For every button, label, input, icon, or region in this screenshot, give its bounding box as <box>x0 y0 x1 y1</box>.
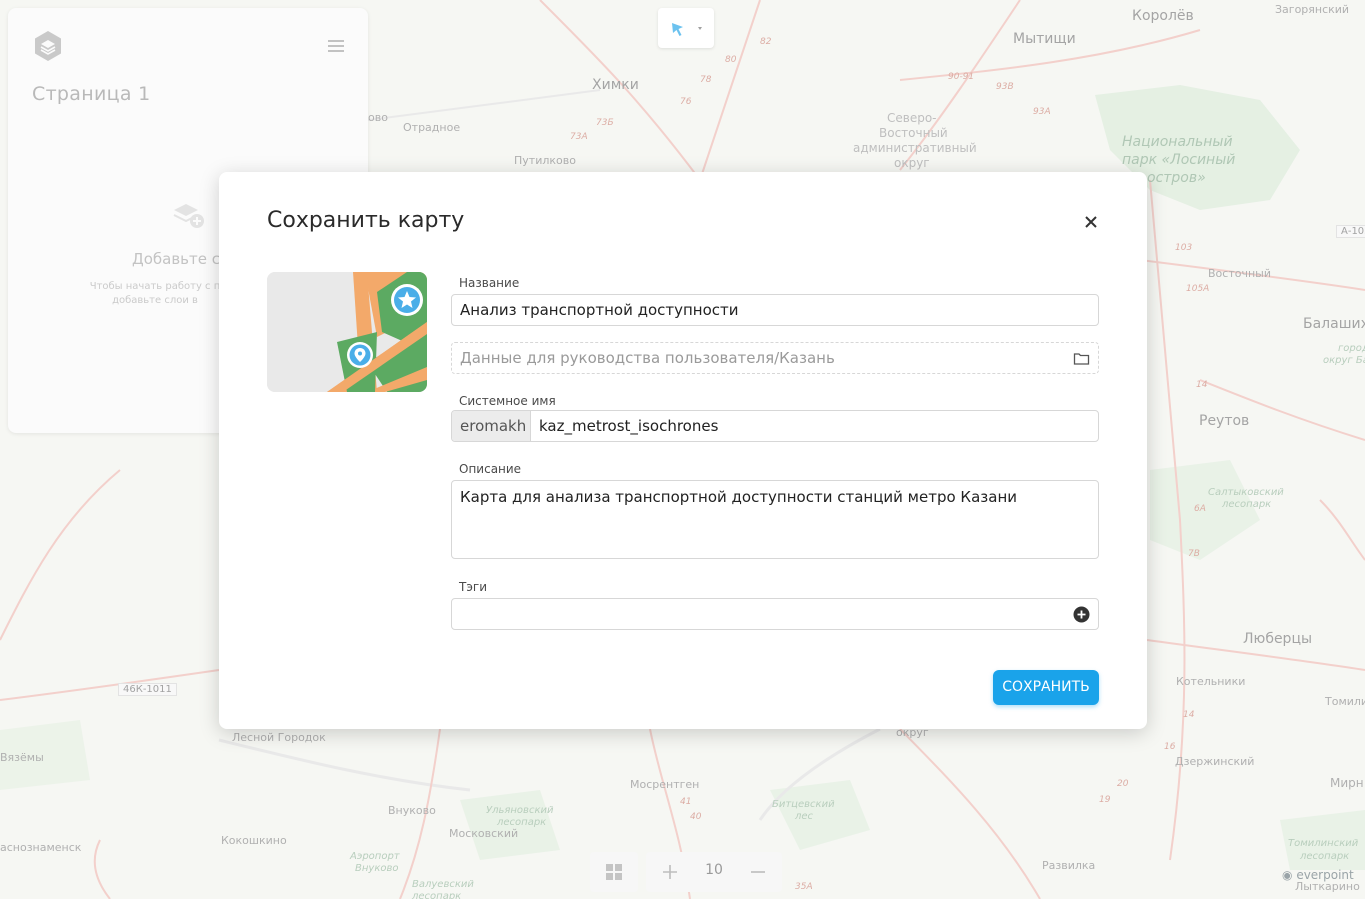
name-label: Название <box>459 276 520 290</box>
zoom-out-icon[interactable] <box>734 852 782 892</box>
attribution-text: everpoint <box>1296 868 1354 882</box>
basemap-button[interactable] <box>590 852 638 892</box>
menu-icon[interactable] <box>328 40 344 54</box>
add-layer-icon <box>173 204 204 228</box>
grid-icon <box>606 864 622 880</box>
system-name-value: kaz_metrost_isochrones <box>539 417 719 435</box>
system-name-label: Системное имя <box>459 394 556 408</box>
empty-state-text-line: добавьте слои в <box>112 295 198 306</box>
zoom-in-icon[interactable] <box>646 852 694 892</box>
system-name-prefix: eromakh <box>452 411 531 441</box>
empty-state-text-line: Чтобы начать работу с п <box>89 281 221 292</box>
close-icon[interactable] <box>1081 212 1101 232</box>
save-button[interactable]: СОХРАНИТЬ <box>993 670 1099 705</box>
attribution-logo-icon: ◉ <box>1282 868 1293 882</box>
folder-icon[interactable] <box>1073 350 1090 367</box>
description-label: Описание <box>459 462 522 476</box>
app-logo-icon <box>35 31 61 61</box>
description-textarea[interactable]: Карта для анализа транспортной доступнос… <box>451 480 1099 559</box>
tags-label: Тэги <box>459 580 488 594</box>
folder-path: Данные для руководства пользователя/Каза… <box>460 349 835 367</box>
tags-input[interactable] <box>451 598 1099 630</box>
add-tag-icon[interactable] <box>1073 606 1090 623</box>
dialog-title: Сохранить карту <box>267 208 465 233</box>
select-tool-button[interactable] <box>658 8 714 48</box>
save-map-dialog: Сохранить карту Название Анализ транспор… <box>219 172 1147 729</box>
empty-state-title: Добавьте сл <box>132 250 230 268</box>
page-title[interactable]: Страница 1 <box>32 83 151 105</box>
empty-state-text: Чтобы начать работу с п добавьте слои в <box>80 280 230 308</box>
system-name-input[interactable]: eromakh kaz_metrost_isochrones <box>451 410 1099 442</box>
attribution: ◉ everpoint <box>1282 868 1354 882</box>
cursor-icon <box>672 23 702 36</box>
name-input[interactable]: Анализ транспортной доступности <box>451 294 1099 326</box>
folder-select[interactable]: Данные для руководства пользователя/Каза… <box>451 342 1099 374</box>
map-thumbnail[interactable] <box>267 272 427 392</box>
zoom-level: 10 <box>705 862 723 878</box>
